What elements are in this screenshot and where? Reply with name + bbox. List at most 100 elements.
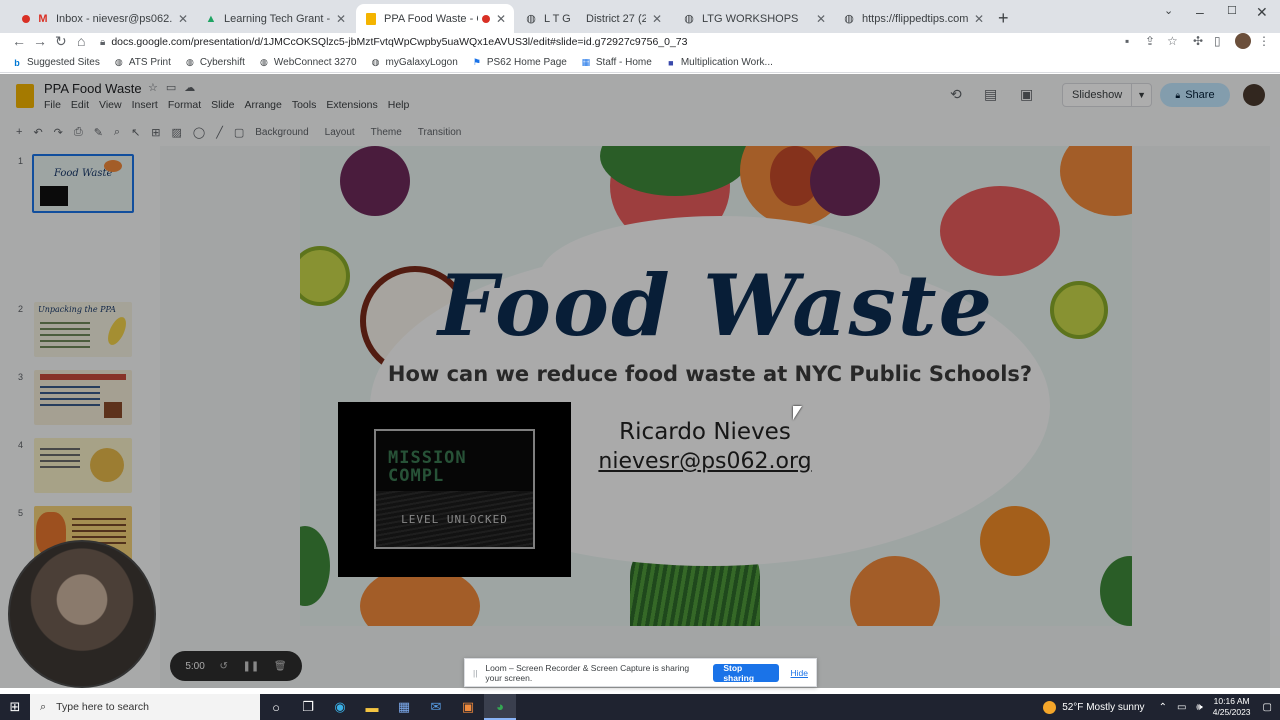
network-icon[interactable]: ▭ [1177, 702, 1186, 713]
new-slide-icon[interactable]: + [16, 126, 22, 138]
menu-tools[interactable]: Tools [292, 99, 317, 111]
home-icon[interactable]: ⌂ [77, 33, 85, 49]
reload-icon[interactable]: ↻ [55, 33, 67, 50]
chrome-icon[interactable]: ◕ [484, 694, 516, 720]
camera-icon[interactable]: ▪ [1125, 34, 1129, 48]
tab-flippedtips[interactable]: ◍ https://flippedtips.com/plegal/lt ✕ [834, 4, 992, 33]
star-icon[interactable]: ☆ [148, 82, 166, 94]
close-window-icon[interactable]: ✕ [1256, 4, 1268, 21]
print-icon[interactable]: ⎙ [74, 126, 83, 139]
drag-handle-icon[interactable]: || [473, 668, 477, 678]
presenter-name[interactable]: Ricardo Nieves [580, 419, 830, 445]
chrome-menu-icon[interactable]: ⋮ [1258, 34, 1270, 48]
document-title[interactable]: PPA Food Waste [44, 81, 142, 96]
slide-thumbnail-3[interactable] [34, 370, 132, 425]
bookmark-staff-home[interactable]: ▦ Staff - Home [581, 57, 652, 68]
forward-icon[interactable]: → [33, 33, 47, 49]
notifications-icon[interactable]: ▢ [1263, 702, 1272, 713]
edge-icon[interactable]: ◉ [324, 694, 356, 720]
restart-icon[interactable]: ↺ [219, 661, 227, 672]
stop-sharing-button[interactable]: Stop sharing [713, 663, 779, 683]
back-icon[interactable]: ← [12, 33, 26, 49]
share-page-icon[interactable]: ⇪ [1145, 34, 1155, 48]
new-tab-icon[interactable]: + [998, 8, 1009, 29]
bookmark-ps62-home[interactable]: ⚑ PS62 Home Page [472, 57, 567, 68]
extensions-icon[interactable]: ✣ [1193, 34, 1203, 48]
maximize-icon[interactable]: ☐ [1227, 4, 1237, 17]
redo-icon[interactable]: ↷ [54, 126, 63, 139]
task-view-icon[interactable]: ❐ [292, 694, 324, 720]
version-history-icon[interactable]: ⟲ [950, 86, 962, 103]
media-app-icon[interactable]: ▣ [452, 694, 484, 720]
menu-slide[interactable]: Slide [211, 99, 234, 111]
slideshow-button[interactable]: Slideshow ▼ [1062, 83, 1152, 107]
paint-format-icon[interactable]: ✎ [94, 126, 103, 139]
undo-icon[interactable]: ↶ [33, 126, 42, 139]
close-tab-icon[interactable]: ✕ [974, 12, 984, 26]
bookmark-cybershift[interactable]: ◍ Cybershift [185, 57, 245, 68]
tab-google-drive[interactable]: ▲ Learning Tech Grant - Google Dr ✕ [196, 4, 354, 33]
slide-title[interactable]: Food Waste [300, 256, 1132, 355]
transition-button[interactable]: Transition [418, 127, 462, 138]
store-icon[interactable]: ▦ [388, 694, 420, 720]
shape-icon[interactable]: ◯ [193, 126, 205, 139]
comment-add-icon[interactable]: ▢ [234, 126, 244, 139]
slides-logo-icon[interactable] [16, 84, 34, 108]
chevron-down-icon[interactable]: ▼ [1132, 90, 1151, 100]
weather-widget[interactable]: 52°F Mostly sunny [1043, 700, 1145, 714]
bookmark-suggested-sites[interactable]: b Suggested Sites [12, 57, 100, 68]
taskbar-search-box[interactable]: ⌕ Type here to search [30, 694, 260, 720]
pause-icon[interactable]: ❚❚ [243, 661, 260, 672]
theme-button[interactable]: Theme [371, 127, 402, 138]
volume-icon[interactable]: 🕪︎ [1196, 702, 1202, 713]
profile-avatar[interactable] [1235, 33, 1251, 49]
menu-help[interactable]: Help [388, 99, 410, 111]
slide-canvas[interactable]: Food Waste How can we reduce food waste … [160, 146, 1270, 688]
mail-icon[interactable]: ✉ [420, 694, 452, 720]
share-button[interactable]: 🔒︎ Share [1160, 83, 1230, 107]
file-explorer-icon[interactable]: ▬ [356, 694, 388, 720]
comments-icon[interactable]: ▤ [984, 86, 997, 103]
tab-google-slides[interactable]: PPA Food Waste - Google Sli ✕ [356, 4, 514, 33]
text-box-icon[interactable]: ⊞ [151, 126, 160, 139]
minimize-icon[interactable]: – [1196, 4, 1204, 20]
bookmark-star-icon[interactable]: ☆ [1167, 34, 1178, 48]
line-icon[interactable]: ╱ [216, 126, 223, 139]
slide-thumbnail-2[interactable]: Unpacking the PPA [34, 302, 132, 357]
menu-arrange[interactable]: Arrange [244, 99, 281, 111]
windows-start-icon[interactable]: ⊞ [0, 694, 30, 720]
menu-extensions[interactable]: Extensions [326, 99, 377, 111]
menu-insert[interactable]: Insert [132, 99, 158, 111]
tab-ltg-workshops[interactable]: ◍ LTG WORKSHOPS ✕ [674, 4, 834, 33]
slide-subtitle[interactable]: How can we reduce food waste at NYC Publ… [380, 362, 1040, 386]
menu-view[interactable]: View [99, 99, 122, 111]
close-tab-icon[interactable]: ✕ [336, 12, 346, 26]
close-tab-icon[interactable]: ✕ [178, 12, 188, 26]
background-button[interactable]: Background [255, 127, 308, 138]
mission-complete-gif[interactable]: MISSION COMPL LEVEL UNLOCKED [338, 402, 571, 577]
tab-district-27[interactable]: District 27 (2021-2 ✕ [578, 4, 670, 33]
image-icon[interactable]: ▨ [172, 126, 182, 139]
loom-webcam-bubble[interactable] [8, 540, 156, 688]
meet-camera-icon[interactable]: ▣ [1020, 86, 1033, 103]
layout-button[interactable]: Layout [325, 127, 355, 138]
bookmark-webconnect[interactable]: ◍ WebConnect 3270 [259, 57, 357, 68]
move-folder-icon[interactable]: ▭ [166, 82, 184, 94]
user-avatar[interactable] [1243, 84, 1265, 106]
tab-ltg[interactable]: ◍ L T G [516, 4, 578, 33]
chevron-up-icon[interactable]: ⌃ [1159, 702, 1167, 713]
menu-file[interactable]: File [44, 99, 61, 111]
close-tab-icon[interactable]: ✕ [816, 12, 826, 26]
close-tab-icon[interactable]: ✕ [652, 12, 662, 26]
slide-thumbnail-4[interactable] [34, 438, 132, 493]
presenter-email-link[interactable]: nievesr@ps062.org [580, 449, 830, 474]
slide-thumbnail-1[interactable]: Food Waste [32, 154, 134, 213]
menu-edit[interactable]: Edit [71, 99, 89, 111]
tab-search-chevron-icon[interactable]: ⌄ [1164, 4, 1173, 17]
menu-format[interactable]: Format [168, 99, 201, 111]
close-tab-icon[interactable]: ✕ [496, 12, 506, 26]
zoom-icon[interactable]: ⌕ [114, 126, 120, 139]
hide-banner-link[interactable]: Hide [791, 668, 808, 678]
taskbar-clock[interactable]: 10:16 AM 4/25/2023 [1213, 696, 1251, 718]
tab-gmail[interactable]: M Inbox - nievesr@ps062.org - Chr ✕ [14, 4, 196, 33]
